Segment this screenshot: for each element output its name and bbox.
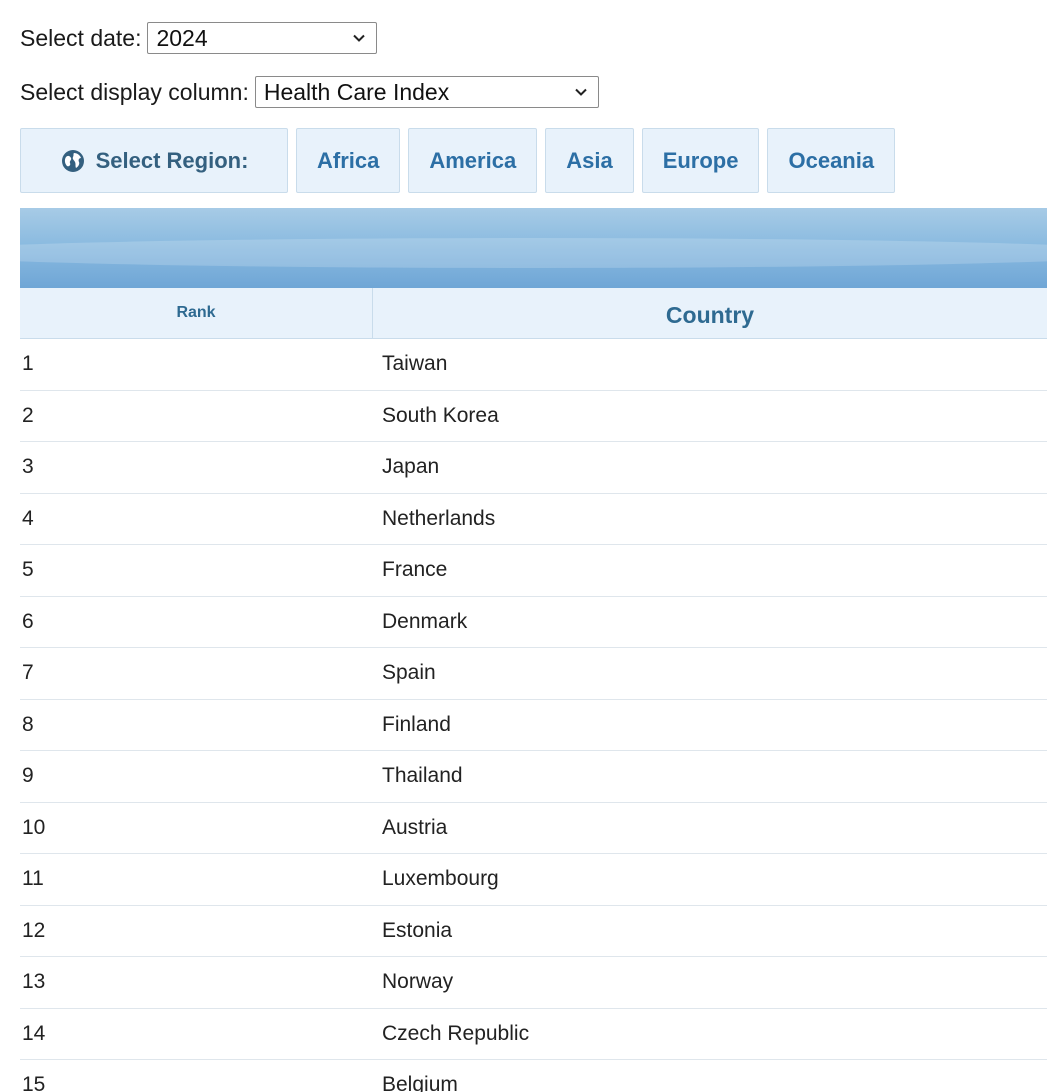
column-select[interactable]: Health Care Index	[254, 76, 599, 108]
table-row: 9 Thailand	[20, 751, 1047, 803]
date-label: Select date:	[20, 24, 142, 51]
date-select-value: 2024	[156, 24, 208, 51]
rank-cell: 8	[22, 712, 34, 736]
country-cell: Luxembourg	[382, 867, 499, 891]
country-cell: Thailand	[382, 764, 463, 788]
column-control: Select display column: Health Care Index	[20, 74, 599, 110]
date-select[interactable]: 2024	[147, 22, 378, 54]
table-row: 4 Netherlands	[20, 493, 1047, 545]
globe-icon	[61, 149, 84, 172]
page: Select date: 2024 Select display column:…	[0, 0, 1047, 1092]
rank-cell: 9	[22, 764, 34, 788]
column-label: Select display column:	[20, 78, 249, 105]
column-select-value: Health Care Index	[263, 78, 450, 105]
country-cell: Austria	[382, 815, 448, 839]
table-row: 2 South Korea	[20, 390, 1047, 442]
rank-cell: 2	[22, 403, 34, 427]
rank-cell: 7	[22, 661, 34, 685]
country-cell: Japan	[382, 455, 440, 479]
ranking-table: Rank Country 1 Taiwan 2 South Korea 3 Japan 4 N…	[20, 208, 1047, 1092]
region-bar: Select Region: Africa America Asia Europ…	[20, 128, 896, 193]
date-control: Select date: 2024	[20, 20, 378, 56]
rank-cell: 14	[22, 1021, 46, 1045]
rank-column-header[interactable]: Rank	[20, 288, 373, 338]
table-row: 5 France	[20, 545, 1047, 597]
region-button-africa[interactable]: Africa	[296, 128, 401, 193]
country-cell: Belgium	[382, 1073, 458, 1092]
table-row: 6 Denmark	[20, 596, 1047, 648]
select-region-text: Select Region:	[95, 147, 249, 173]
country-column-header[interactable]: Country	[373, 288, 1047, 338]
select-region-label: Select Region:	[20, 128, 288, 193]
country-cell: France	[382, 558, 448, 582]
table-row: 11 Luxembourg	[20, 854, 1047, 906]
table-row: 3 Japan	[20, 442, 1047, 494]
country-cell: Netherlands	[382, 506, 496, 530]
country-cell: Denmark	[382, 609, 468, 633]
table-row: 15 Belgium	[20, 1060, 1047, 1092]
table-row: 7 Spain	[20, 648, 1047, 700]
region-button-asia[interactable]: Asia	[545, 128, 634, 193]
region-button-oceania[interactable]: Oceania	[767, 128, 896, 193]
rank-cell: 13	[22, 970, 46, 994]
rank-cell: 11	[22, 867, 44, 891]
table-row: 14 Czech Republic	[20, 1008, 1047, 1060]
chevron-down-icon	[575, 88, 587, 96]
rank-cell: 5	[22, 558, 34, 582]
country-cell: Norway	[382, 970, 454, 994]
rank-cell: 1	[22, 352, 34, 376]
rank-cell: 6	[22, 609, 34, 633]
table-row: 1 Taiwan	[20, 339, 1047, 391]
table-row: 12 Estonia	[20, 905, 1047, 957]
region-button-america[interactable]: America	[408, 128, 538, 193]
table-banner	[20, 208, 1047, 288]
country-cell: Czech Republic	[382, 1021, 530, 1045]
table-row: 10 Austria	[20, 802, 1047, 854]
country-cell: South Korea	[382, 403, 499, 427]
table-row: 13 Norway	[20, 957, 1047, 1009]
rank-cell: 12	[22, 918, 46, 942]
region-button-europe[interactable]: Europe	[641, 128, 760, 193]
table-row: 8 Finland	[20, 699, 1047, 751]
rank-cell: 15	[22, 1073, 46, 1092]
rank-cell: 3	[22, 455, 34, 479]
chevron-down-icon	[353, 34, 366, 42]
country-cell: Finland	[382, 712, 451, 736]
table-header-row: Rank Country	[20, 288, 1047, 339]
rank-cell: 4	[22, 506, 34, 530]
table-body: 1 Taiwan 2 South Korea 3 Japan 4 Netherlands 5 Fr…	[20, 339, 1047, 1092]
country-cell: Spain	[382, 661, 436, 685]
rank-cell: 10	[22, 815, 46, 839]
country-cell: Estonia	[382, 918, 453, 942]
country-cell: Taiwan	[382, 352, 448, 376]
